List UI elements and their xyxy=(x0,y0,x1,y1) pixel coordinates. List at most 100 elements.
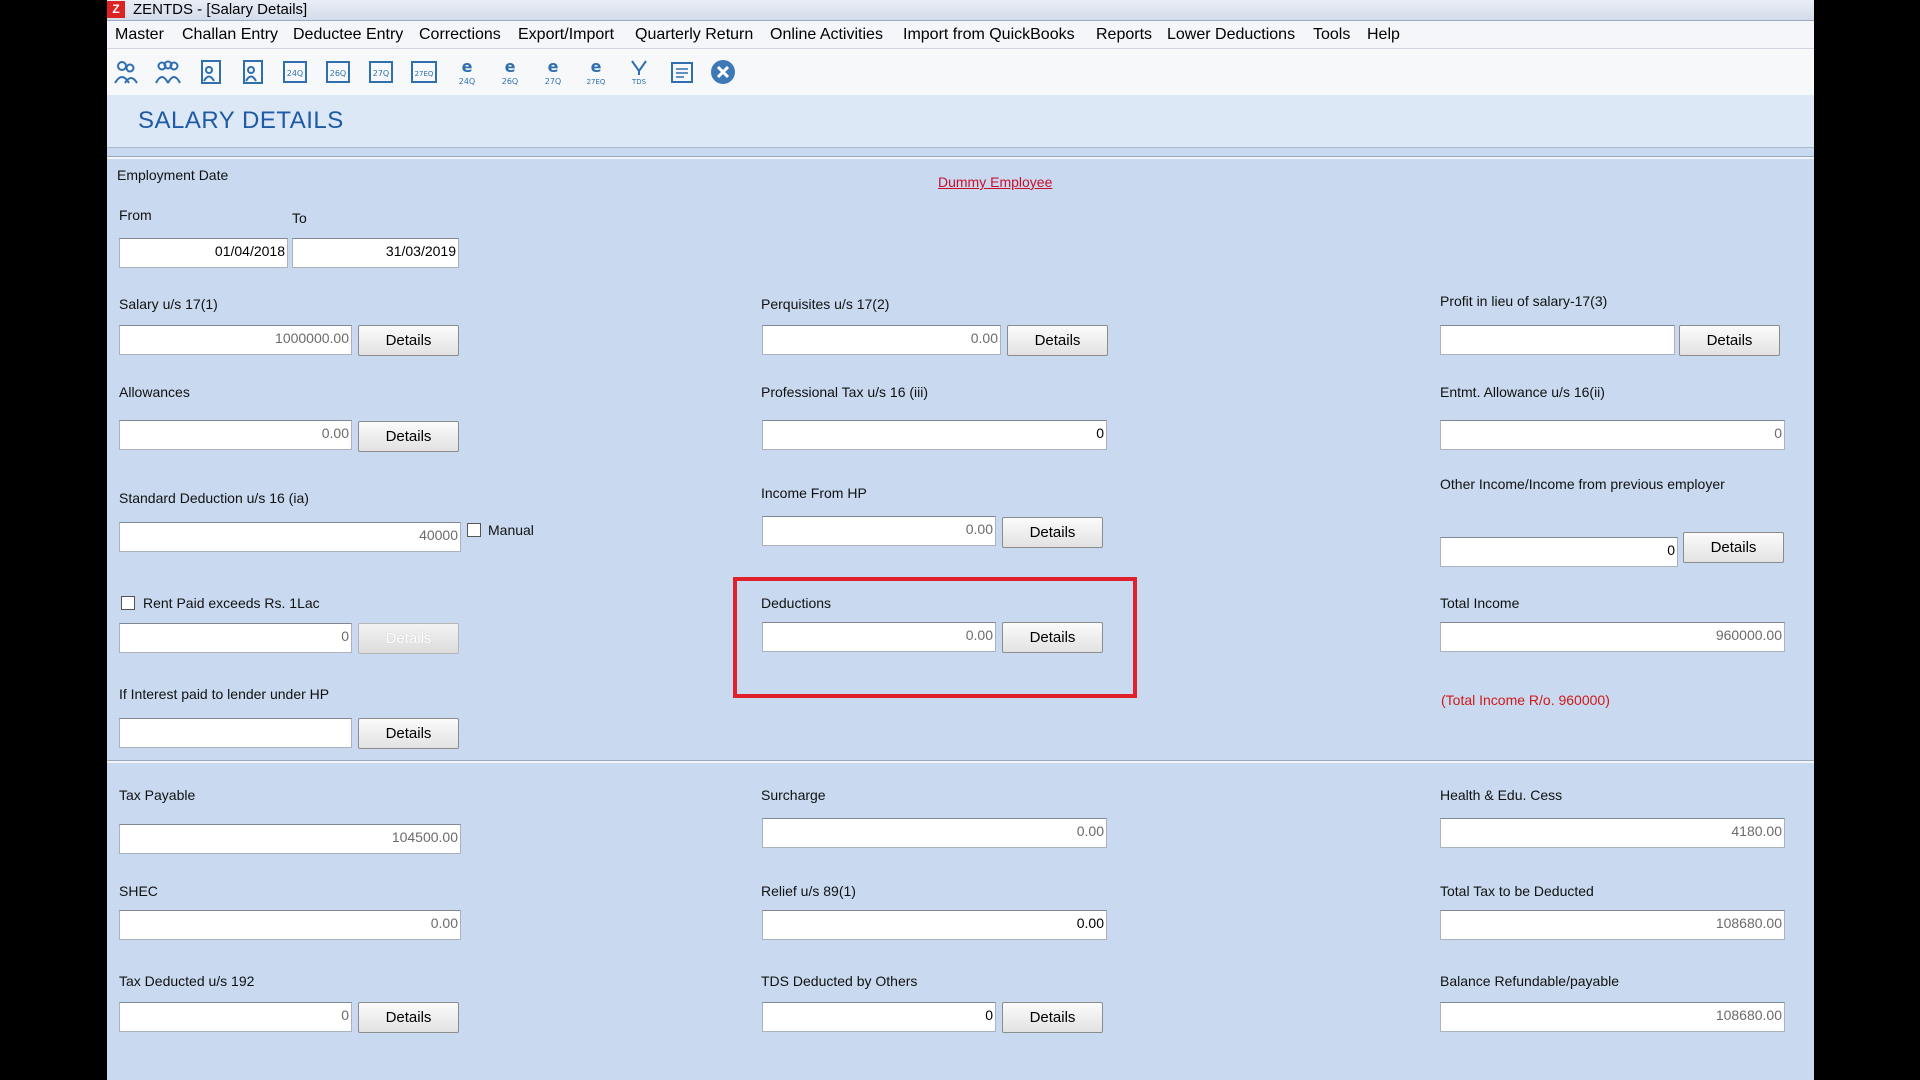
surcharge-label: Surcharge xyxy=(761,787,826,803)
page-header: SALARY DETAILS xyxy=(107,95,1814,148)
rent-paid-input[interactable]: 0 xyxy=(119,623,352,653)
perquisites-details-button[interactable]: Details xyxy=(1007,325,1108,356)
menu-online-activities[interactable]: Online Activities xyxy=(770,26,883,44)
menu-deductee-entry[interactable]: Deductee Entry xyxy=(293,26,403,44)
relief-input[interactable]: 0.00 xyxy=(762,910,1107,940)
rent-paid-details-button[interactable]: Details xyxy=(358,623,459,654)
total-tax-label: Total Tax to be Deducted xyxy=(1440,883,1594,899)
menu-corrections[interactable]: Corrections xyxy=(419,26,501,44)
rent-paid-checkbox[interactable] xyxy=(121,596,135,610)
user-card-alt-icon[interactable] xyxy=(237,57,267,87)
efile-27eq-icon[interactable]: e 27EQ xyxy=(581,57,611,87)
deductions-input[interactable]: 0.00 xyxy=(762,622,996,652)
employee-link[interactable]: Dummy Employee xyxy=(938,174,1052,190)
surcharge-input[interactable]: 0.00 xyxy=(762,818,1107,848)
form-26q-icon[interactable]: 26Q xyxy=(323,57,353,87)
efile-26q-icon[interactable]: e 26Q xyxy=(495,57,525,87)
tax-payable-input[interactable]: 104500.00 xyxy=(119,824,461,854)
total-tax-input[interactable]: 108680.00 xyxy=(1440,910,1785,940)
allowances-label: Allowances xyxy=(119,384,190,400)
menu-export-import[interactable]: Export/Import xyxy=(518,26,614,44)
salary-input[interactable]: 1000000.00 xyxy=(119,325,352,355)
close-icon[interactable] xyxy=(708,57,738,87)
divider xyxy=(107,760,1814,763)
professional-tax-input[interactable]: 0 xyxy=(762,420,1107,450)
svg-text:27EQ: 27EQ xyxy=(415,70,434,78)
interest-paid-label: If Interest paid to lender under HP xyxy=(119,686,330,702)
income-hp-label: Income From HP xyxy=(761,485,867,501)
deductions-details-button[interactable]: Details xyxy=(1002,622,1103,653)
tds-others-input[interactable]: 0 xyxy=(762,1002,996,1032)
standard-deduction-input[interactable]: 40000 xyxy=(119,522,461,552)
tds-others-details-button[interactable]: Details xyxy=(1002,1002,1103,1033)
employment-date-label: Employment Date xyxy=(117,167,229,183)
efile-24q-icon[interactable]: e 24Q xyxy=(452,57,482,87)
relief-label: Relief u/s 89(1) xyxy=(761,883,856,899)
manual-checkbox[interactable] xyxy=(467,523,481,537)
menu-master[interactable]: Master xyxy=(115,26,164,44)
svg-text:24Q: 24Q xyxy=(287,69,303,78)
to-label: To xyxy=(292,210,307,226)
shec-input[interactable]: 0.00 xyxy=(119,910,461,940)
entmt-allowance-label: Entmt. Allowance u/s 16(ii) xyxy=(1440,384,1605,400)
form-24q-icon[interactable]: 24Q xyxy=(280,57,310,87)
report-icon[interactable] xyxy=(667,57,697,87)
perquisites-input[interactable]: 0.00 xyxy=(762,325,1001,355)
form-27eq-icon[interactable]: 27EQ xyxy=(409,57,439,87)
svg-text:26Q: 26Q xyxy=(502,77,518,86)
income-hp-details-button[interactable]: Details xyxy=(1002,517,1103,548)
profit-lieu-details-button[interactable]: Details xyxy=(1679,325,1780,356)
allowances-details-button[interactable]: Details xyxy=(358,421,459,452)
professional-tax-label: Professional Tax u/s 16 (iii) xyxy=(761,384,929,400)
toolbar: 24Q 26Q 27Q 27EQ e 24Q e 26Q e 27Q e 27EQ TD… xyxy=(107,49,1814,95)
svg-text:27EQ: 27EQ xyxy=(587,78,606,86)
salary-details-button[interactable]: Details xyxy=(358,325,459,356)
interest-paid-details-button[interactable]: Details xyxy=(358,718,459,749)
svg-text:27Q: 27Q xyxy=(545,77,561,86)
deductions-label: Deductions xyxy=(761,595,832,611)
user-card-icon[interactable] xyxy=(195,57,225,87)
menu-lower-deductions[interactable]: Lower Deductions xyxy=(1167,26,1295,44)
cess-input[interactable]: 4180.00 xyxy=(1440,818,1785,848)
deductor-icon[interactable] xyxy=(111,57,141,87)
svg-text:24Q: 24Q xyxy=(459,77,475,86)
svg-text:e: e xyxy=(548,57,559,76)
svg-text:e: e xyxy=(505,57,516,76)
menu-tools[interactable]: Tools xyxy=(1313,26,1350,44)
svg-text:27Q: 27Q xyxy=(373,69,389,78)
tds-others-label: TDS Deducted by Others xyxy=(761,973,918,989)
page-title: SALARY DETAILS xyxy=(138,107,344,134)
tax-192-input[interactable]: 0 xyxy=(119,1002,352,1032)
menu-help[interactable]: Help xyxy=(1367,26,1400,44)
other-income-details-button[interactable]: Details xyxy=(1683,532,1784,563)
cess-label: Health & Edu. Cess xyxy=(1440,787,1563,803)
tax-payable-label: Tax Payable xyxy=(119,787,196,803)
menu-reports[interactable]: Reports xyxy=(1096,26,1152,44)
standard-deduction-label: Standard Deduction u/s 16 (ia) xyxy=(119,490,309,506)
profit-lieu-label: Profit in lieu of salary-17(3) xyxy=(1440,293,1608,309)
salary-label: Salary u/s 17(1) xyxy=(119,296,218,312)
menu-import-quickbooks[interactable]: Import from QuickBooks xyxy=(903,26,1075,44)
form-27q-icon[interactable]: 27Q xyxy=(366,57,396,87)
deductees-icon[interactable] xyxy=(153,57,183,87)
tax-192-label: Tax Deducted u/s 192 xyxy=(119,973,255,989)
from-date-input[interactable]: 01/04/2018 xyxy=(119,238,288,268)
rent-paid-label: Rent Paid exceeds Rs. 1Lac xyxy=(143,595,320,611)
total-income-input[interactable]: 960000.00 xyxy=(1440,622,1785,652)
tds-icon[interactable]: TDS xyxy=(624,57,654,87)
allowances-input[interactable]: 0.00 xyxy=(119,420,352,450)
window-title: ZENTDS - [Salary Details] xyxy=(133,1,308,18)
profit-lieu-input[interactable] xyxy=(1440,325,1675,355)
menu-quarterly-return[interactable]: Quarterly Return xyxy=(635,26,753,44)
to-date-input[interactable]: 31/03/2019 xyxy=(292,238,459,268)
tax-192-details-button[interactable]: Details xyxy=(358,1002,459,1033)
other-income-label: Other Income/Income from previous employ… xyxy=(1440,476,1725,492)
menu-challan-entry[interactable]: Challan Entry xyxy=(182,26,278,44)
income-hp-input[interactable]: 0.00 xyxy=(762,516,996,546)
interest-paid-input[interactable] xyxy=(119,718,352,748)
manual-label: Manual xyxy=(488,522,534,538)
entmt-allowance-input[interactable]: 0 xyxy=(1440,420,1785,450)
efile-27q-icon[interactable]: e 27Q xyxy=(538,57,568,87)
other-income-input[interactable]: 0 xyxy=(1440,537,1678,567)
balance-input[interactable]: 108680.00 xyxy=(1440,1002,1785,1032)
